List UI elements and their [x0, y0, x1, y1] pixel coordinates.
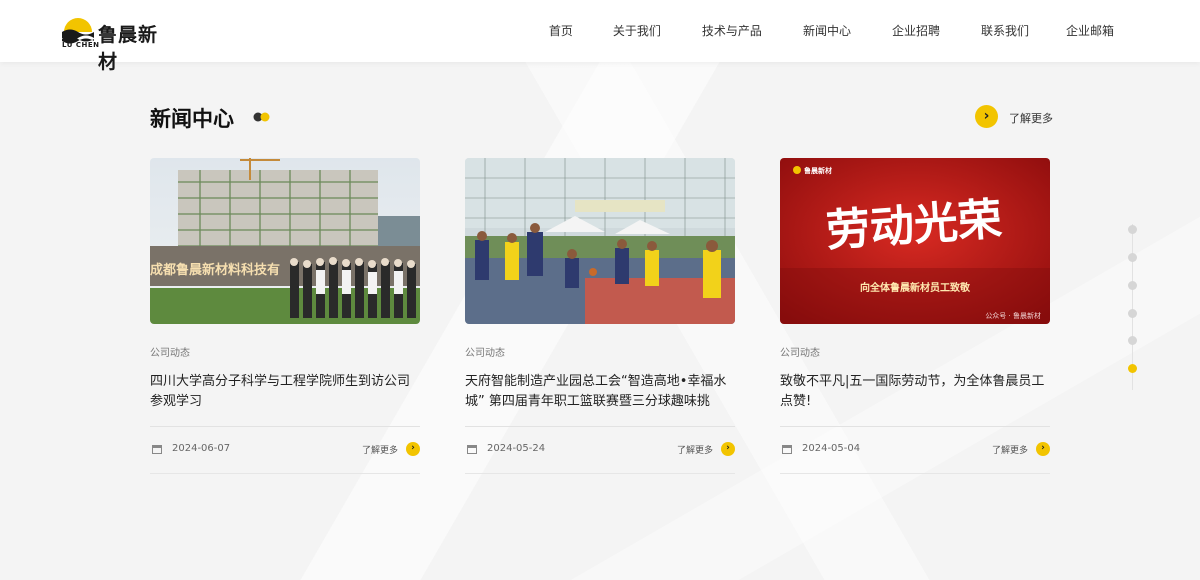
read-more-link[interactable]: 了解更多 — [677, 443, 713, 456]
section-title: 新闻中心 — [150, 107, 234, 131]
read-more-link[interactable]: 了解更多 — [362, 443, 398, 456]
news-card[interactable]: 公司动态 天府智能制造产业园总工会“智造高地•幸福水城” 第四届青年职工篮联赛暨… — [465, 158, 735, 474]
pager-dot[interactable] — [1128, 253, 1137, 262]
chevron-right-icon[interactable]: › — [721, 442, 735, 456]
news-date: 2024-05-04 — [802, 443, 861, 454]
divider — [780, 473, 1050, 474]
read-more-link[interactable]: 了解更多 — [992, 443, 1028, 456]
news-category: 公司动态 — [150, 348, 190, 359]
nav-item-tech-products[interactable]: 技术与产品 — [702, 0, 762, 62]
news-category: 公司动态 — [465, 348, 505, 359]
labor-day-poster[interactable]: 鲁晨新材 劳动光荣 向全体鲁晨新材员工致敬 公众号 · 鲁晨新材 — [780, 158, 1050, 324]
photo-sign-text: 成都鲁晨新材料科技有 — [150, 262, 280, 278]
pager-dot[interactable] — [1128, 309, 1137, 318]
chevron-right-icon: › — [975, 105, 998, 128]
site-header: 鲁晨新材 LU CHEN 首页 关于我们 技术与产品 新闻中心 企业招聘 联系我… — [0, 0, 1200, 73]
nav-item-contact[interactable]: 联系我们 — [981, 0, 1029, 62]
divider — [780, 426, 1050, 427]
nav-item-news[interactable]: 新闻中心 — [803, 0, 851, 62]
site-logo[interactable]: 鲁晨新材 LU CHEN — [62, 14, 177, 73]
news-meta: 2024-06-07 了解更多 › — [150, 442, 420, 458]
nav-item-careers[interactable]: 企业招聘 — [892, 0, 940, 62]
calendar-icon — [782, 445, 792, 454]
news-card[interactable]: 成都鲁晨新材料科技有 公司动态 四川大学高分子科学与工程学院师生到访公司参观学习 — [150, 158, 420, 474]
nav-item-home[interactable]: 首页 — [549, 0, 573, 62]
basketball-game-photo[interactable] — [465, 158, 735, 324]
news-card[interactable]: 鲁晨新材 劳动光荣 向全体鲁晨新材员工致敬 公众号 · 鲁晨新材 公司动态 致敬… — [780, 158, 1050, 474]
brand-sub: LU CHEN — [62, 41, 100, 49]
pager-dot[interactable] — [1128, 336, 1137, 345]
pager-dot[interactable] — [1128, 225, 1137, 234]
divider — [465, 426, 735, 427]
pager-dot[interactable] — [1128, 281, 1137, 290]
poster-footer: 公众号 · 鲁晨新材 — [985, 311, 1041, 320]
news-title[interactable]: 四川大学高分子科学与工程学院师生到访公司参观学习 — [150, 372, 420, 412]
news-date: 2024-06-07 — [172, 443, 231, 454]
news-date: 2024-05-24 — [487, 443, 546, 454]
divider — [150, 473, 420, 474]
nav-item-mail[interactable]: 企业邮箱 — [1066, 0, 1114, 62]
nav-item-about[interactable]: 关于我们 — [613, 0, 661, 62]
divider — [150, 426, 420, 427]
poster-subline: 向全体鲁晨新材员工致敬 — [860, 281, 971, 294]
news-meta: 2024-05-24 了解更多 › — [465, 442, 735, 458]
more-news-label: 了解更多 — [1009, 112, 1053, 125]
section-pager — [1126, 224, 1140, 390]
news-category: 公司动态 — [780, 348, 820, 359]
pager-dot-active[interactable] — [1128, 364, 1137, 373]
calendar-icon — [467, 445, 477, 454]
brand-name: 鲁晨新材 — [98, 24, 159, 73]
news-meta: 2024-05-04 了解更多 › — [780, 442, 1050, 458]
divider — [465, 473, 735, 474]
poster-brand: 鲁晨新材 — [803, 166, 832, 175]
news-title[interactable]: 致敬不平凡|五一国际劳动节，为全体鲁晨员工点赞! — [780, 372, 1050, 412]
title-dots-icon — [253, 112, 270, 122]
main-nav: 首页 关于我们 技术与产品 新闻中心 企业招聘 联系我们 企业邮箱 — [549, 0, 1114, 62]
campus-visit-photo[interactable]: 成都鲁晨新材料科技有 — [150, 158, 420, 324]
chevron-right-icon[interactable]: › — [1036, 442, 1050, 456]
news-title[interactable]: 天府智能制造产业园总工会“智造高地•幸福水城” 第四届青年职工篮联赛暨三分球趣味… — [465, 372, 735, 412]
calendar-icon — [152, 445, 162, 454]
chevron-right-icon[interactable]: › — [406, 442, 420, 456]
